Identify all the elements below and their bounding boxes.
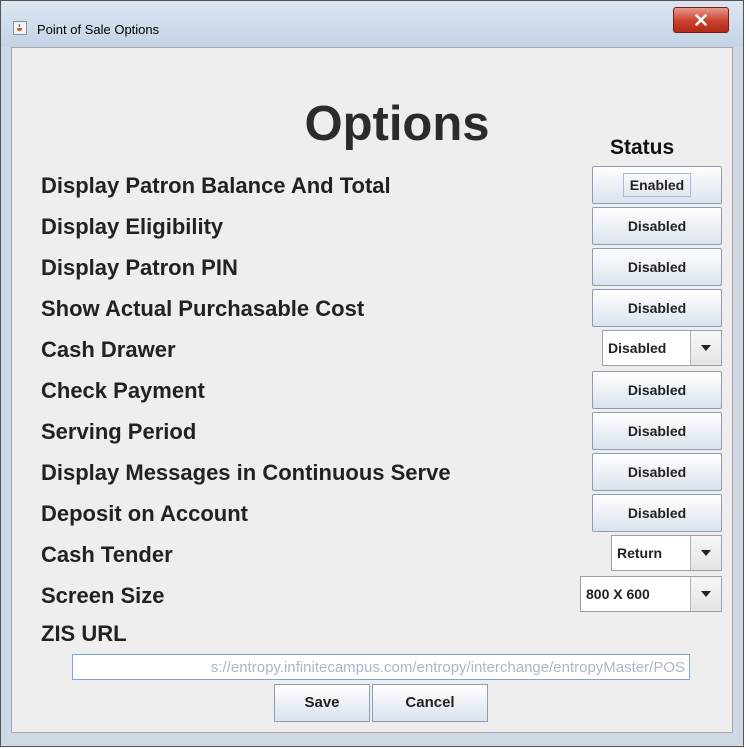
option-label: Screen Size bbox=[41, 583, 165, 608]
dropdown-value: 800 X 600 bbox=[581, 577, 691, 611]
chevron-down-icon[interactable] bbox=[691, 331, 721, 365]
toggle-show-actual-cost[interactable]: Disabled bbox=[592, 289, 722, 327]
dialog-window: Point of Sale Options Options Status Dis… bbox=[0, 0, 744, 747]
toggle-check-payment[interactable]: Disabled bbox=[592, 371, 722, 409]
option-label: Cash Drawer bbox=[41, 337, 176, 362]
cash-drawer-dropdown[interactable]: Disabled bbox=[602, 330, 722, 366]
option-label: Display Patron Balance And Total bbox=[41, 173, 391, 198]
save-button[interactable]: Save bbox=[274, 684, 370, 722]
chevron-down-icon[interactable] bbox=[691, 577, 721, 611]
option-label: Check Payment bbox=[41, 378, 205, 403]
close-x-icon bbox=[695, 14, 707, 26]
window-title: Point of Sale Options bbox=[37, 22, 160, 37]
page-title: Options bbox=[304, 97, 490, 151]
toggle-deposit-on-account[interactable]: Disabled bbox=[592, 494, 722, 532]
dropdown-value: Return bbox=[612, 536, 691, 570]
zis-url-input[interactable]: s://entropy.infinitecampus.com/entropy/i… bbox=[72, 654, 690, 680]
toggle-display-patron-balance[interactable]: Enabled bbox=[592, 166, 722, 204]
title-bar[interactable]: Point of Sale Options bbox=[1, 1, 743, 47]
close-button[interactable] bbox=[673, 7, 729, 33]
toggle-display-eligibility[interactable]: Disabled bbox=[592, 207, 722, 245]
toggle-serving-period[interactable]: Disabled bbox=[592, 412, 722, 450]
option-label: Cash Tender bbox=[41, 542, 173, 567]
option-label: Display Patron PIN bbox=[41, 255, 238, 280]
option-label: Serving Period bbox=[41, 419, 197, 444]
option-label: Show Actual Purchasable Cost bbox=[41, 296, 365, 321]
java-cup-icon bbox=[13, 21, 27, 35]
status-column-header: Status bbox=[610, 136, 675, 159]
option-label: ZIS URL bbox=[41, 621, 127, 646]
cancel-button[interactable]: Cancel bbox=[372, 684, 488, 722]
options-panel: Options Status Display Patron Balance An… bbox=[11, 47, 733, 733]
chevron-down-icon[interactable] bbox=[691, 536, 721, 570]
cash-tender-dropdown[interactable]: Return bbox=[611, 535, 722, 571]
toggle-display-patron-pin[interactable]: Disabled bbox=[592, 248, 722, 286]
dropdown-value: Disabled bbox=[603, 331, 691, 365]
option-label: Display Messages in Continuous Serve bbox=[41, 460, 451, 485]
option-label: Display Eligibility bbox=[41, 214, 224, 239]
toggle-value: Enabled bbox=[622, 173, 692, 197]
option-label: Deposit on Account bbox=[41, 501, 248, 526]
zis-url-value: s://entropy.infinitecampus.com/entropy/i… bbox=[210, 658, 685, 676]
screen-size-dropdown[interactable]: 800 X 600 bbox=[580, 576, 722, 612]
toggle-display-messages[interactable]: Disabled bbox=[592, 453, 722, 491]
